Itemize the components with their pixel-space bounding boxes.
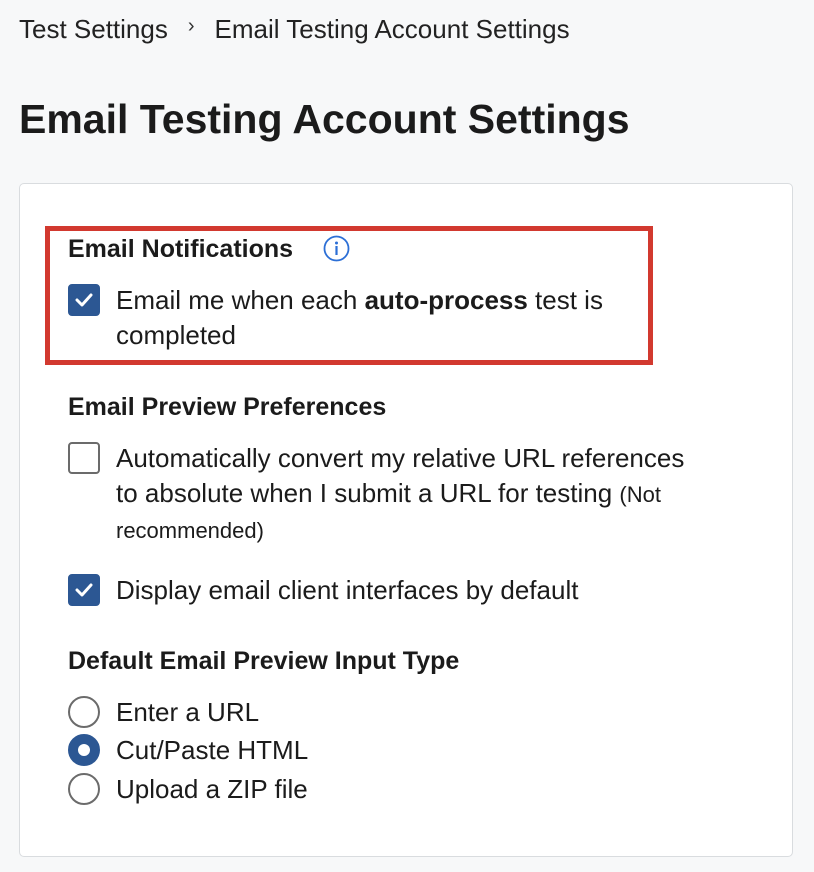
checkmark-icon — [75, 293, 93, 307]
auto-process-label-bold: auto-process — [364, 285, 528, 315]
convert-urls-label-line2: to absolute when I submit a URL for test… — [116, 478, 613, 508]
breadcrumb-current: Email Testing Account Settings — [214, 14, 570, 44]
display-clients-label: Display email client interfaces by defau… — [116, 575, 579, 605]
convert-urls-note-part1: (Not — [619, 482, 661, 507]
radio-cut-paste-html-label: Cut/Paste HTML — [116, 735, 309, 765]
radio-enter-url-label: Enter a URL — [116, 697, 260, 727]
email-notifications-heading: Email Notifications — [68, 235, 294, 263]
checkmark-icon — [75, 583, 93, 597]
breadcrumb-link-test-settings[interactable]: Test Settings — [19, 12, 168, 46]
input-type-heading: Default Email Preview Input Type — [68, 647, 460, 675]
auto-process-label: Email me when each auto-process test is c… — [116, 283, 676, 353]
radio-enter-url[interactable] — [68, 696, 100, 728]
auto-process-label-line2: completed — [116, 320, 236, 350]
page-title: Email Testing Account Settings — [19, 96, 630, 142]
display-clients-checkbox[interactable] — [68, 574, 100, 606]
auto-process-label-part1: Email me when each — [116, 285, 365, 315]
convert-urls-note-part2: recommended) — [116, 518, 264, 543]
email-preview-preferences-heading: Email Preview Preferences — [68, 393, 387, 421]
convert-urls-label-line1: Automatically convert my relative URL re… — [116, 443, 685, 473]
radio-upload-zip[interactable] — [68, 773, 100, 805]
info-icon[interactable] — [323, 235, 350, 262]
auto-process-checkbox[interactable] — [68, 284, 100, 316]
convert-urls-checkbox[interactable] — [68, 442, 100, 474]
breadcrumb: Test Settings › Email Testing Account Se… — [19, 12, 570, 46]
radio-upload-zip-label: Upload a ZIP file — [116, 774, 308, 804]
breadcrumb-separator-icon: › — [187, 15, 195, 37]
convert-urls-label: Automatically convert my relative URL re… — [116, 441, 796, 547]
radio-cut-paste-html[interactable] — [68, 734, 100, 766]
auto-process-label-part2: test is — [527, 285, 603, 315]
